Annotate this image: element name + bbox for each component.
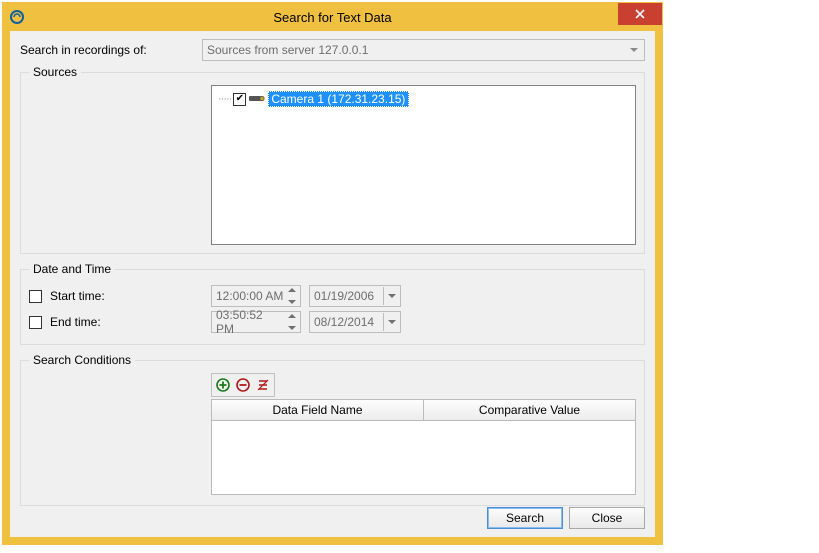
sources-tree[interactable]: ····· ✔ Camera 1 (172.31.23.15): [211, 85, 636, 245]
start-time-label: Start time:: [50, 289, 105, 303]
tree-item[interactable]: ····· ✔ Camera 1 (172.31.23.15): [216, 90, 631, 108]
start-date-value: 01/19/2006: [314, 289, 374, 303]
conditions-legend: Search Conditions: [29, 353, 135, 367]
titlebar-title: Search for Text Data: [3, 10, 662, 25]
conditions-header: Data Field Name Comparative Value: [211, 399, 636, 421]
end-time-field[interactable]: 03:50:52 PM: [211, 311, 301, 333]
search-in-label: Search in recordings of:: [20, 43, 202, 57]
search-in-combo[interactable]: Sources from server 127.0.0.1: [202, 39, 645, 61]
conditions-group: Search Conditions: [20, 353, 645, 506]
remove-condition-button[interactable]: [233, 375, 253, 395]
chevron-down-icon: [630, 48, 638, 52]
dialog-window: Search for Text Data Search in recording…: [2, 2, 663, 545]
start-time-field[interactable]: 12:00:00 AM: [211, 285, 301, 307]
end-time-checkbox[interactable]: [29, 316, 42, 329]
end-date-value: 08/12/2014: [314, 315, 374, 329]
tree-item-label[interactable]: Camera 1 (172.31.23.15): [268, 91, 409, 107]
titlebar[interactable]: Search for Text Data: [3, 3, 662, 31]
column-header-value[interactable]: Comparative Value: [424, 399, 636, 421]
close-button[interactable]: Close: [569, 507, 645, 529]
tree-connector: ·····: [218, 93, 231, 105]
chevron-down-icon[interactable]: [383, 313, 399, 331]
clear-conditions-button[interactable]: [253, 375, 273, 395]
spinner-icon[interactable]: [286, 313, 298, 331]
dialog-footer: Search Close: [487, 507, 645, 529]
conditions-table: Data Field Name Comparative Value: [211, 399, 636, 495]
datetime-legend: Date and Time: [29, 262, 115, 276]
tree-checkbox[interactable]: ✔: [233, 93, 246, 106]
client-area: Search in recordings of: Sources from se…: [10, 31, 655, 537]
conditions-body[interactable]: [211, 421, 636, 495]
add-condition-button[interactable]: [213, 375, 233, 395]
start-date-field[interactable]: 01/19/2006: [309, 285, 401, 307]
app-icon: [9, 9, 25, 25]
column-header-field[interactable]: Data Field Name: [211, 399, 424, 421]
sources-group: Sources ····· ✔ Camera 1 (172.31.23.15): [20, 65, 645, 254]
camera-icon: [249, 93, 265, 105]
search-in-value: Sources from server 127.0.0.1: [207, 43, 368, 57]
spinner-icon[interactable]: [286, 287, 298, 305]
sources-legend: Sources: [29, 65, 81, 79]
start-time-value: 12:00:00 AM: [216, 289, 283, 303]
end-time-label: End time:: [50, 315, 101, 329]
end-time-value: 03:50:52 PM: [216, 308, 284, 336]
close-icon[interactable]: [618, 3, 662, 25]
search-button[interactable]: Search: [487, 507, 563, 529]
conditions-toolbar: [211, 373, 275, 397]
chevron-down-icon[interactable]: [383, 287, 399, 305]
end-date-field[interactable]: 08/12/2014: [309, 311, 401, 333]
start-time-checkbox[interactable]: [29, 290, 42, 303]
datetime-group: Date and Time Start time: 12:00:00 AM 01…: [20, 262, 645, 345]
